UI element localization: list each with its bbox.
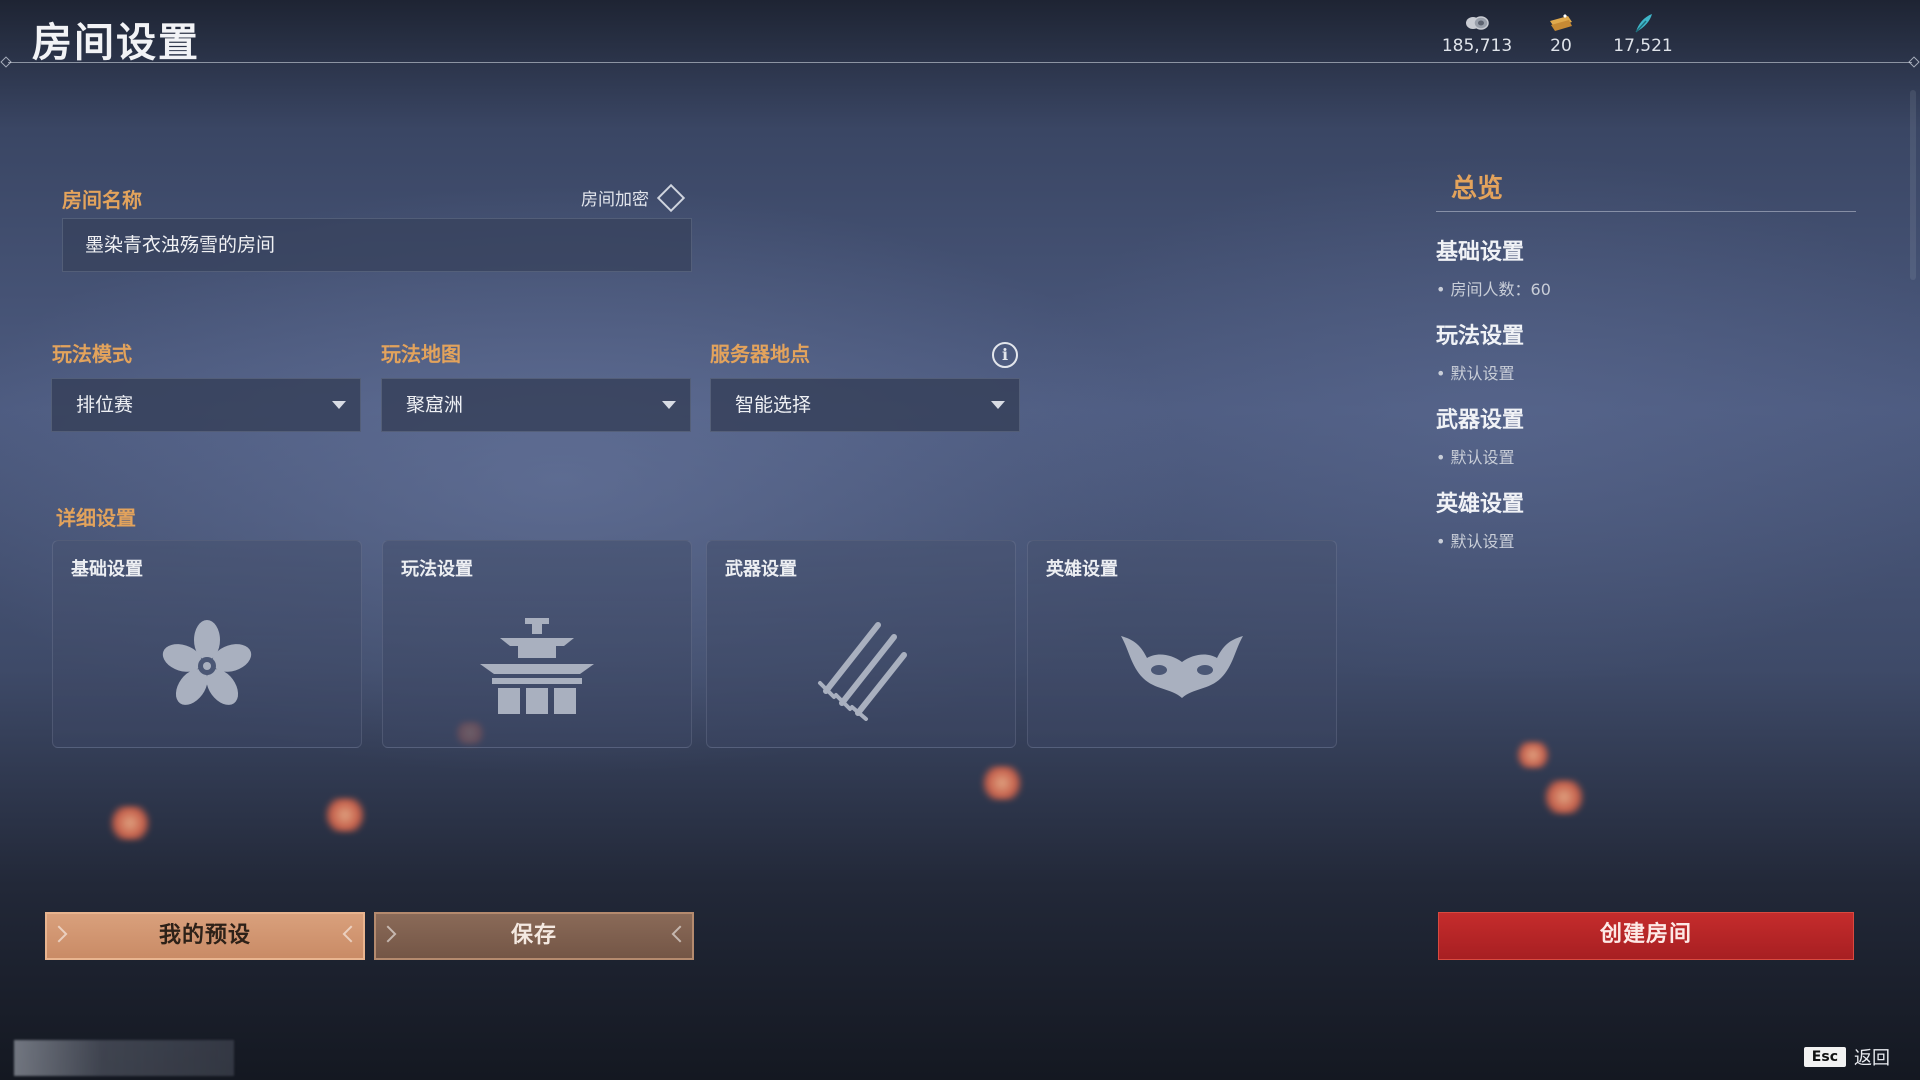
server-location-label: 服务器地点 — [710, 342, 810, 366]
chevron-left-icon — [671, 925, 689, 943]
overview-section: 武器设置 • 默认设置 — [1436, 402, 1856, 468]
overview-section: 基础设置 • 房间人数：60 — [1436, 234, 1856, 300]
card-hero-settings[interactable]: 英雄设置 — [1027, 540, 1337, 748]
back-button[interactable]: Esc 返回 — [1803, 1044, 1890, 1070]
create-room-button[interactable]: 创建房间 — [1438, 912, 1854, 960]
overview-section: 玩法设置 • 默认设置 — [1436, 318, 1856, 384]
pagoda-icon — [383, 611, 691, 721]
game-mode-value: 排位赛 — [76, 394, 134, 416]
overview-heading: 英雄设置 — [1436, 492, 1525, 517]
overview-item: • 房间人数：60 — [1436, 280, 1551, 299]
feather-icon — [1598, 12, 1688, 34]
room-name-input[interactable]: 墨染青衣浊殇雪的房间 — [62, 218, 692, 272]
chevron-left-icon — [342, 925, 360, 943]
blurred-player-id — [14, 1040, 234, 1076]
save-button[interactable]: 保存 — [374, 912, 694, 960]
detail-settings-label: 详细设置 — [56, 506, 136, 530]
lantern-light — [110, 806, 150, 840]
scrollbar[interactable] — [1910, 90, 1916, 280]
save-label: 保存 — [510, 923, 557, 948]
server-location-dropdown[interactable]: 智能选择 — [710, 378, 1020, 432]
card-weapon-settings[interactable]: 武器设置 — [706, 540, 1016, 748]
ticket-icon — [1516, 12, 1606, 34]
overview-heading: 玩法设置 — [1436, 324, 1525, 349]
card-title: 武器设置 — [725, 559, 797, 580]
lantern-light — [1544, 780, 1584, 814]
overview-section: 英雄设置 • 默认设置 — [1436, 486, 1856, 552]
top-bar: 房间设置 185,713 20 17,521 — [0, 0, 1920, 68]
swords-icon — [707, 611, 1015, 721]
overview-item: • 默认设置 — [1436, 532, 1515, 551]
chevron-right-icon — [50, 925, 68, 943]
card-title: 基础设置 — [71, 559, 143, 580]
game-mode-dropdown[interactable]: 排位赛 — [51, 378, 361, 432]
currency-tickets: 20 — [1516, 12, 1606, 56]
coin-stack-icon — [1432, 12, 1522, 34]
coins-value: 185,713 — [1441, 36, 1513, 56]
my-presets-button[interactable]: 我的预设 — [45, 912, 365, 960]
lantern-light — [325, 798, 365, 832]
chevron-down-icon — [662, 401, 676, 409]
chevron-down-icon — [332, 401, 346, 409]
card-title: 玩法设置 — [401, 559, 473, 580]
game-map-dropdown[interactable]: 聚窟洲 — [381, 378, 691, 432]
header-divider — [8, 62, 1912, 63]
overview-title: 总览 — [1436, 168, 1856, 212]
room-lock-label: 房间加密 — [581, 190, 649, 210]
lock-checkbox-icon[interactable] — [656, 183, 686, 212]
esc-key-hint: Esc — [1803, 1047, 1846, 1067]
game-mode-label: 玩法模式 — [52, 342, 132, 366]
back-label: 返回 — [1854, 1048, 1890, 1069]
overview-item: • 默认设置 — [1436, 364, 1515, 383]
card-title: 英雄设置 — [1046, 559, 1118, 580]
flower-icon — [53, 611, 361, 721]
tickets-value: 20 — [1550, 36, 1572, 56]
currency-coins: 185,713 — [1432, 12, 1522, 56]
overview-heading: 基础设置 — [1436, 240, 1525, 265]
lantern-light — [982, 766, 1022, 800]
overview-item: • 默认设置 — [1436, 448, 1515, 467]
game-map-value: 聚窟洲 — [406, 394, 464, 416]
game-map-label: 玩法地图 — [381, 342, 461, 366]
page-title: 房间设置 — [32, 20, 200, 66]
feathers-value: 17,521 — [1613, 36, 1673, 56]
card-basic-settings[interactable]: 基础设置 — [52, 540, 362, 748]
info-icon[interactable]: i — [992, 342, 1018, 368]
divider-end-left — [0, 56, 12, 68]
currency-feathers: 17,521 — [1598, 12, 1688, 56]
overview-panel: 总览 基础设置 • 房间人数：60 玩法设置 • 默认设置 武器设置 • 默认设… — [1436, 168, 1856, 552]
chevron-right-icon — [379, 925, 397, 943]
horned-mask-icon — [1028, 611, 1336, 721]
lantern-light — [1516, 742, 1550, 768]
server-location-value: 智能选择 — [735, 394, 812, 416]
room-lock-toggle[interactable]: 房间加密 — [581, 183, 686, 212]
divider-end-right — [1908, 56, 1920, 68]
card-gameplay-settings[interactable]: 玩法设置 — [382, 540, 692, 748]
chevron-down-icon — [991, 401, 1005, 409]
my-presets-label: 我的预设 — [158, 923, 251, 948]
room-name-label: 房间名称 — [62, 188, 142, 212]
overview-heading: 武器设置 — [1436, 408, 1525, 433]
